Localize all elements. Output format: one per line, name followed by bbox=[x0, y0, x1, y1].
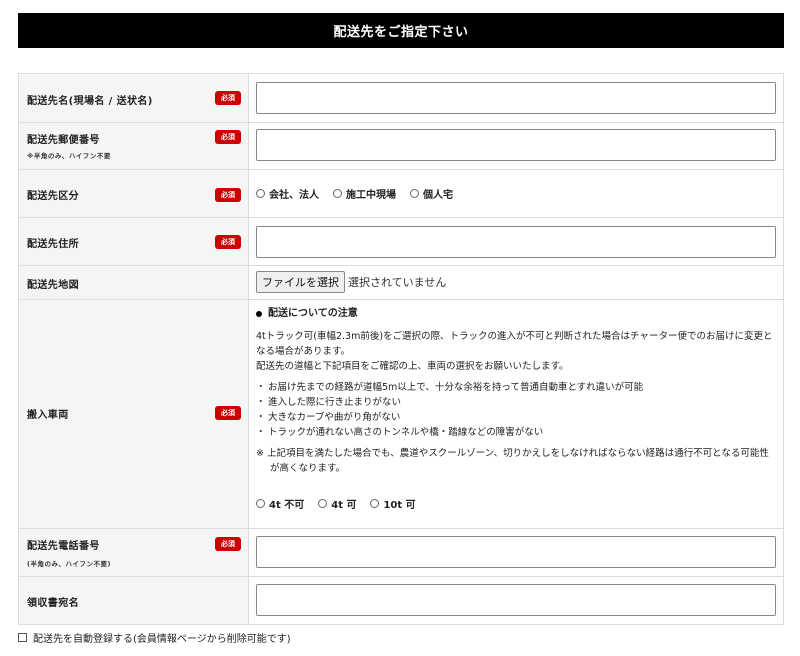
row-vehicle: 搬入車両 必須 配送についての注意 4tトラック可(車幅2.3m前後)をご選択の… bbox=[19, 300, 783, 529]
required-badge: 必須 bbox=[215, 130, 241, 144]
row-phone: 配送先電話番号 (半角のみ、ハイフン不要) 必須 bbox=[19, 529, 783, 577]
required-badge: 必須 bbox=[215, 537, 241, 551]
type-label: 配送先区分 bbox=[27, 191, 79, 202]
delivery-name-input[interactable] bbox=[256, 82, 776, 114]
list-item: 進入した際に行き止まりがない bbox=[256, 395, 776, 410]
value-cell-zip bbox=[249, 123, 783, 169]
choose-file-button[interactable]: ファイルを選択 bbox=[256, 271, 345, 293]
label-cell-type: 配送先区分 必須 bbox=[19, 170, 249, 217]
required-badge: 必須 bbox=[215, 235, 241, 249]
notice-paragraph-2: 配送先の道幅と下記項目をご確認の上、車両の選択をお願いいたします。 bbox=[256, 361, 569, 372]
label-cell-receipt: 領収書宛名 bbox=[19, 577, 249, 624]
value-cell-type: 会社、法人 施工中現場 個人宅 bbox=[249, 170, 783, 217]
file-status: 選択されていません bbox=[348, 276, 447, 289]
radio-circle-icon[interactable] bbox=[333, 189, 342, 198]
zip-sublabel: ※半角のみ、ハイフン不要 bbox=[27, 152, 111, 160]
zip-label: 配送先郵便番号 bbox=[27, 135, 100, 146]
receipt-name-input[interactable] bbox=[256, 584, 776, 616]
label-cell-address: 配送先住所 必須 bbox=[19, 218, 249, 265]
auto-register-checkbox[interactable] bbox=[18, 633, 27, 642]
row-receipt: 領収書宛名 bbox=[19, 577, 783, 625]
notice-list: お届け先までの経路が道幅5m以上で、十分な余裕を持って普通自動車とすれ違いが可能… bbox=[256, 380, 776, 440]
phone-input[interactable] bbox=[256, 536, 776, 568]
value-cell-name bbox=[249, 74, 783, 122]
phone-sublabel: (半角のみ、ハイフン不要) bbox=[27, 560, 111, 568]
row-zip: 配送先郵便番号 ※半角のみ、ハイフン不要 必須 bbox=[19, 123, 783, 170]
radio-circle-icon[interactable] bbox=[256, 499, 265, 508]
row-map: 配送先地図 ファイルを選択 選択されていません bbox=[19, 266, 783, 300]
value-cell-address bbox=[249, 218, 783, 265]
value-cell-receipt bbox=[249, 577, 783, 624]
address-input[interactable] bbox=[256, 226, 776, 258]
row-type: 配送先区分 必須 会社、法人 施工中現場 個人宅 bbox=[19, 170, 783, 218]
label-cell-phone: 配送先電話番号 (半角のみ、ハイフン不要) 必須 bbox=[19, 529, 249, 576]
radio-4t-no[interactable]: 4t 不可 bbox=[256, 496, 304, 511]
radio-circle-icon[interactable] bbox=[318, 499, 328, 508]
page-title: 配送先をご指定下さい bbox=[18, 13, 784, 48]
required-badge: 必須 bbox=[215, 188, 241, 202]
value-cell-vehicle: 配送についての注意 4tトラック可(車幅2.3m前後)をご選択の際、トラックの進… bbox=[249, 300, 783, 528]
vehicle-radio-group: 4t 不可 4t 可 10t 可 bbox=[256, 496, 430, 511]
notice-note: ※ 上記項目を満たした場合でも、農道やスクールゾーン、切りかえしをしなければなら… bbox=[256, 448, 769, 474]
address-label: 配送先住所 bbox=[27, 239, 79, 250]
receipt-label: 領収書宛名 bbox=[27, 598, 79, 609]
auto-register-label: 配送先を自動登録する(会員情報ページから削除可能です) bbox=[33, 634, 291, 645]
label-cell-name: 配送先名(現場名 / 送状名) 必須 bbox=[19, 74, 249, 122]
delivery-form: 配送先名(現場名 / 送状名) 必須 配送先郵便番号 ※半角のみ、ハイフン不要 … bbox=[18, 73, 784, 625]
label-cell-zip: 配送先郵便番号 ※半角のみ、ハイフン不要 必須 bbox=[19, 123, 249, 169]
radio-10t-yes-label: 10t 可 bbox=[383, 500, 416, 511]
row-address: 配送先住所 必須 bbox=[19, 218, 783, 266]
required-badge: 必須 bbox=[215, 406, 241, 420]
radio-4t-yes[interactable]: 4t 可 bbox=[318, 496, 356, 511]
vehicle-label: 搬入車両 bbox=[27, 410, 69, 421]
radio-circle-icon[interactable] bbox=[370, 499, 380, 508]
radio-private-label: 個人宅 bbox=[423, 190, 453, 201]
phone-label: 配送先電話番号 bbox=[27, 541, 100, 552]
auto-register-option[interactable]: 配送先を自動登録する(会員情報ページから削除可能です) bbox=[18, 630, 291, 645]
radio-site[interactable]: 施工中現場 bbox=[333, 186, 396, 201]
radio-4t-yes-label: 4t 可 bbox=[331, 500, 357, 511]
map-label: 配送先地図 bbox=[27, 280, 79, 291]
list-item: お届け先までの経路が道幅5m以上で、十分な余裕を持って普通自動車とすれ違いが可能 bbox=[256, 380, 776, 395]
bullet-icon bbox=[256, 310, 262, 317]
radio-4t-no-label: 4t 不可 bbox=[269, 500, 305, 511]
radio-private[interactable]: 個人宅 bbox=[410, 186, 453, 201]
radio-10t-yes[interactable]: 10t 可 bbox=[370, 496, 416, 511]
notice-title: 配送についての注意 bbox=[268, 308, 358, 319]
radio-company-label: 会社、法人 bbox=[269, 190, 319, 201]
notice-heading: 配送についての注意 bbox=[256, 306, 776, 321]
notice-paragraph-1: 4tトラック可(車幅2.3m前後)をご選択の際、トラックの進入が不可と判断された… bbox=[256, 331, 773, 357]
label-cell-map: 配送先地図 bbox=[19, 266, 249, 299]
radio-site-label: 施工中現場 bbox=[346, 190, 396, 201]
type-radio-group: 会社、法人 施工中現場 個人宅 bbox=[256, 186, 467, 201]
delivery-name-label: 配送先名(現場名 / 送状名) bbox=[27, 96, 153, 107]
label-cell-vehicle: 搬入車両 必須 bbox=[19, 300, 249, 528]
radio-circle-icon[interactable] bbox=[256, 189, 265, 198]
radio-circle-icon[interactable] bbox=[410, 189, 419, 198]
value-cell-map: ファイルを選択 選択されていません bbox=[249, 266, 783, 299]
row-delivery-name: 配送先名(現場名 / 送状名) 必須 bbox=[19, 74, 783, 123]
required-badge: 必須 bbox=[215, 91, 241, 105]
list-item: 大きなカーブや曲がり角がない bbox=[256, 410, 776, 425]
zip-input[interactable] bbox=[256, 129, 776, 161]
radio-company[interactable]: 会社、法人 bbox=[256, 186, 319, 201]
delivery-notice: 配送についての注意 4tトラック可(車幅2.3m前後)をご選択の際、トラックの進… bbox=[256, 306, 776, 476]
file-picker: ファイルを選択 選択されていません bbox=[256, 271, 446, 293]
list-item: トラックが通れない高さのトンネルや橋・踏線などの障害がない bbox=[256, 425, 776, 440]
value-cell-phone bbox=[249, 529, 783, 576]
